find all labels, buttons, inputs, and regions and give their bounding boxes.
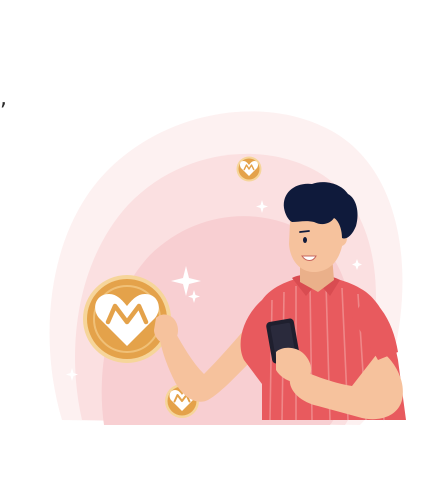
coin-small-top — [236, 156, 262, 182]
person-eye — [303, 237, 307, 243]
coin-reward-illustration — [49, 111, 406, 426]
